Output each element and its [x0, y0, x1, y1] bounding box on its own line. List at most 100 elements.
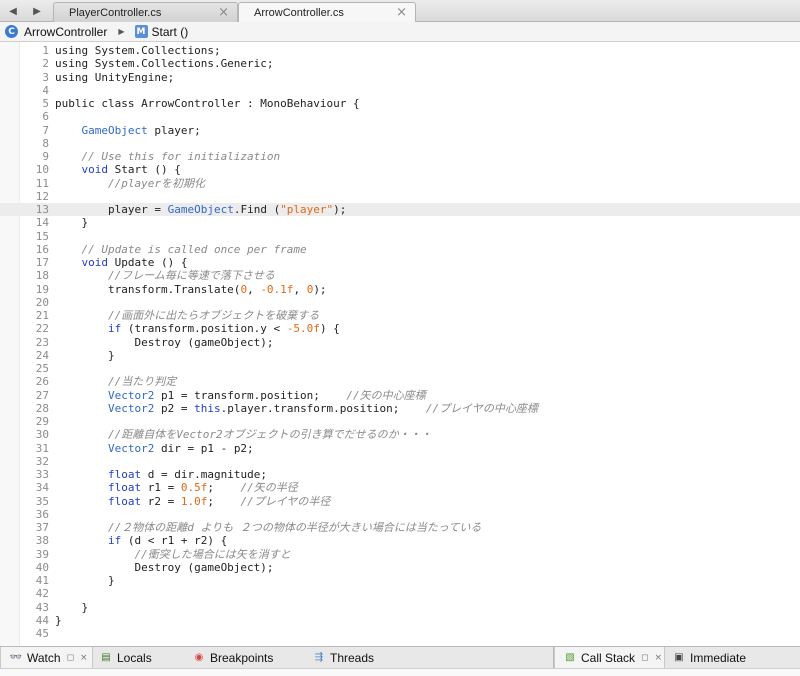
- line-number: 31: [35, 441, 49, 455]
- code-text: }: [55, 216, 88, 229]
- code-line[interactable]: 1 using System.Collections;: [0, 44, 800, 57]
- close-icon[interactable]: ×: [80, 653, 88, 663]
- pad-tab-threads[interactable]: ⇶ Threads: [312, 647, 374, 668]
- code-line[interactable]: 21 //画面外に出たらオブジェクトを破棄する: [0, 309, 800, 322]
- pad-tab-watch[interactable]: 👓 Watch ◻ ×: [0, 647, 93, 668]
- code-line[interactable]: 40 Destroy (gameObject);: [0, 561, 800, 574]
- code-line[interactable]: 31 Vector2 dir = p1 - p2;: [0, 442, 800, 455]
- code-token: }: [55, 600, 89, 614]
- pad-tab-call-stack[interactable]: ▧ Call Stack ◻ ×: [554, 647, 665, 668]
- code-editor[interactable]: 1 using System.Collections; 2 using System.…: [0, 42, 800, 646]
- code-text: }: [55, 574, 115, 587]
- code-token: );: [313, 282, 327, 296]
- code-token: ) {: [319, 322, 340, 336]
- code-token: .player.transform.position;: [220, 401, 426, 415]
- code-token: //プレイヤの半径: [240, 494, 331, 508]
- code-line[interactable]: 16 // Update is called once per frame: [0, 243, 800, 256]
- code-line[interactable]: 34 float r1 = 0.5f; //矢の半径: [0, 481, 800, 494]
- code-line[interactable]: 7 GameObject player;: [0, 124, 800, 137]
- code-line[interactable]: 33 float d = dir.magnitude;: [0, 468, 800, 481]
- code-line[interactable]: 29: [0, 415, 800, 428]
- close-icon[interactable]: ×: [218, 5, 229, 20]
- code-line[interactable]: 30 //距離自体をVector2オブジェクトの引き算でだせるのか・・・: [0, 428, 800, 441]
- pad-tab-breakpoints[interactable]: ◉ Breakpoints: [192, 647, 274, 668]
- code-text: //playerを初期化: [55, 177, 205, 190]
- code-line[interactable]: 45: [0, 627, 800, 640]
- code-token: 0.5f: [180, 481, 208, 495]
- code-line[interactable]: 32: [0, 455, 800, 468]
- code-line[interactable]: 41 }: [0, 574, 800, 587]
- code-token: );: [333, 203, 347, 216]
- code-line[interactable]: 35 float r2 = 1.0f; //プレイヤの半径: [0, 495, 800, 508]
- code-line[interactable]: 36: [0, 508, 800, 521]
- tab-arrow-controller[interactable]: ArrowController.cs ×: [238, 2, 416, 23]
- pin-icon[interactable]: ◻: [67, 653, 74, 663]
- code-line[interactable]: 20: [0, 296, 800, 309]
- code-line[interactable]: 4: [0, 84, 800, 97]
- code-token: transform.Translate(: [55, 282, 241, 296]
- pad-tab-locals[interactable]: ▤ Locals: [93, 647, 151, 668]
- code-text: using System.Collections.Generic;: [55, 57, 274, 70]
- code-line[interactable]: 43 }: [0, 601, 800, 614]
- code-line[interactable]: 3 using UnityEngine;: [0, 71, 800, 84]
- code-line[interactable]: 8: [0, 137, 800, 150]
- tab-player-controller[interactable]: PlayerController.cs ×: [53, 2, 238, 22]
- pin-icon[interactable]: ◻: [641, 653, 648, 663]
- back-arrow-icon[interactable]: ◀: [3, 0, 23, 22]
- code-line[interactable]: 15: [0, 230, 800, 243]
- forward-arrow-icon[interactable]: ▶: [27, 0, 47, 22]
- tab-label: PlayerController.cs: [69, 6, 162, 19]
- code-line[interactable]: 17 void Update () {: [0, 256, 800, 269]
- code-line[interactable]: 38 if (d < r1 + r2) {: [0, 534, 800, 547]
- bottom-pads: 👓 Watch ◻ × ▤ Locals ◉ Breakpoints ⇶ Thr…: [0, 646, 800, 676]
- code-line[interactable]: 11 //playerを初期化: [0, 177, 800, 190]
- code-lines: 1 using System.Collections; 2 using System.…: [0, 44, 800, 640]
- code-line[interactable]: 9 // Use this for initialization: [0, 150, 800, 163]
- code-line[interactable]: 6: [0, 110, 800, 123]
- code-line[interactable]: 14 }: [0, 216, 800, 229]
- code-line[interactable]: 39 //衝突した場合には矢を消すと: [0, 548, 800, 561]
- close-icon[interactable]: ×: [396, 5, 407, 20]
- code-line[interactable]: 42: [0, 587, 800, 600]
- code-line[interactable]: 28 Vector2 p2 = this.player.transform.po…: [0, 402, 800, 415]
- code-token: this: [194, 401, 221, 415]
- code-token: -5.0f: [286, 322, 320, 336]
- threads-icon: ⇶: [314, 652, 324, 663]
- code-line[interactable]: 22 if (transform.position.y < -5.0f) {: [0, 322, 800, 335]
- code-token: //２物体の距離d よりも ２つの物体の半径が大きい場合には当たっている: [55, 521, 482, 534]
- line-number: 29: [35, 415, 49, 428]
- immediate-icon: ▣: [674, 652, 684, 663]
- code-token: dir = p1 - p2;: [154, 441, 254, 455]
- code-text: float d = dir.magnitude;: [55, 468, 267, 481]
- code-line[interactable]: 18 //フレーム毎に等速で落下させる: [0, 269, 800, 282]
- code-token: //プレイヤの中心座標: [425, 401, 538, 415]
- code-line[interactable]: 5 public class ArrowController : MonoBeha…: [0, 97, 800, 110]
- line-number: 39: [35, 547, 49, 561]
- code-line[interactable]: 25: [0, 362, 800, 375]
- code-line[interactable]: 23 Destroy (gameObject);: [0, 336, 800, 349]
- code-line[interactable]: 10 void Start () {: [0, 163, 800, 176]
- close-icon[interactable]: ×: [655, 653, 663, 663]
- line-number: 17: [35, 256, 49, 269]
- code-token: //当たり判定: [55, 375, 177, 389]
- breadcrumb-method[interactable]: Start (): [152, 25, 189, 39]
- code-text: float r2 = 1.0f; //プレイヤの半径: [55, 495, 330, 508]
- code-line[interactable]: 12: [0, 190, 800, 203]
- code-line[interactable]: 19 transform.Translate(0, -0.1f, 0);: [0, 283, 800, 296]
- breadcrumb-class[interactable]: ArrowController: [24, 25, 107, 39]
- code-line[interactable]: 13 player = GameObject.Find ("player");: [0, 203, 800, 217]
- code-line[interactable]: 44}: [0, 614, 800, 627]
- code-line[interactable]: 2 using System.Collections.Generic;: [0, 57, 800, 70]
- code-text: Vector2 dir = p1 - p2;: [55, 442, 254, 455]
- pad-tab-immediate[interactable]: ▣ Immediate: [672, 647, 746, 668]
- code-line[interactable]: 27 Vector2 p1 = transform.position; //矢の…: [0, 389, 800, 402]
- code-text: void Start () {: [55, 163, 181, 176]
- code-line[interactable]: 37 //２物体の距離d よりも ２つの物体の半径が大きい場合には当たっている: [0, 521, 800, 534]
- code-line[interactable]: 26 //当たり判定: [0, 375, 800, 388]
- code-line[interactable]: 24 }: [0, 349, 800, 362]
- tab-label: ArrowController.cs: [254, 7, 344, 19]
